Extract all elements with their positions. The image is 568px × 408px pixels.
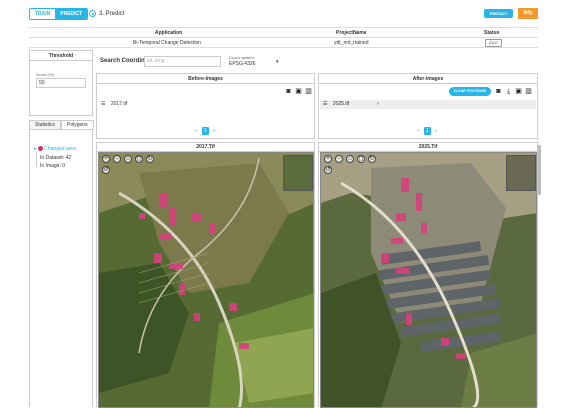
page-number[interactable]: 1 [201, 127, 209, 135]
divider [29, 37, 538, 38]
before-map-panel: 2017.Tif + − ⌂ ◻ ↻ ↺ [96, 142, 315, 408]
predict-button[interactable]: PREDICT [484, 9, 513, 18]
predict-tab[interactable]: PREDICT [55, 9, 88, 19]
image-icon[interactable]: ▣ [515, 88, 522, 95]
pagination: « 1 » [195, 127, 216, 135]
brand-logo: lbfy [518, 8, 538, 19]
fullscreen-icon[interactable]: ◻ [357, 155, 365, 163]
divider [29, 27, 538, 28]
list-icon: ☰ [101, 101, 106, 107]
side-tabs: Statistics Polygons [29, 120, 94, 129]
after-images-panel: After-Images CLEAR POLYGONS ◙ ⤓ ▣ ▥ ☰ 20… [318, 73, 538, 139]
zoom-in-icon[interactable]: + [102, 155, 110, 163]
score-label: Score (%) [36, 72, 54, 77]
home-icon[interactable]: ⌂ [124, 155, 132, 163]
tree-in-dataset: In Dataset: 42 [40, 155, 72, 161]
divider [29, 47, 538, 48]
col-status: Status [484, 30, 500, 36]
page-number[interactable]: 1 [423, 127, 431, 135]
change-color-icon [37, 146, 43, 152]
side-panel: ▸ Changed area In Dataset: 42 In Image: … [29, 129, 93, 407]
after-title: After-Images [319, 74, 537, 84]
before-map-title: 2017.Tif [97, 143, 314, 152]
rotate-left-icon[interactable]: ↺ [102, 166, 110, 174]
file-name: 2025.tif [332, 101, 350, 107]
before-map[interactable]: + − ⌂ ◻ ↻ ↺ [98, 152, 314, 408]
image-icon[interactable]: ▣ [295, 88, 302, 95]
cell-application[interactable]: Bi-Temporal Change Detection [133, 40, 201, 46]
threshold-panel: Threshold Score (%) 50 [29, 50, 93, 116]
zoom-out-icon[interactable]: − [335, 155, 343, 163]
fullscreen-icon[interactable]: ◻ [135, 155, 143, 163]
tab-polygons[interactable]: Polygons [61, 120, 94, 129]
first-page-icon[interactable]: « [417, 128, 420, 134]
before-imagery [99, 153, 313, 407]
threshold-title: Threshold [30, 51, 92, 61]
rotate-icon[interactable]: ↻ [368, 155, 376, 163]
before-images-panel: Before-Images ◙ ▣ ▥ ☰ 2017.tif « 1 » [96, 73, 315, 139]
tab-statistics[interactable]: Statistics [29, 120, 62, 129]
trash-icon[interactable]: ▥ [525, 88, 532, 95]
trash-icon[interactable]: ▥ [305, 88, 312, 95]
zoom-out-icon[interactable]: − [113, 155, 121, 163]
list-item[interactable]: ☰ 2017.tif [101, 100, 311, 109]
pagination: « 1 » [417, 127, 438, 135]
after-imagery [321, 153, 536, 407]
after-map-title: 2025.Tif [319, 143, 537, 152]
step-label: 3. Predict [99, 11, 125, 17]
camera-add-icon[interactable]: ◙ [495, 88, 502, 95]
after-map[interactable]: + − ⌂ ◻ ↻ ↺ [320, 152, 537, 408]
search-input[interactable]: lat, long [144, 56, 221, 67]
mode-toggle: TRAIN PREDICT [29, 8, 89, 20]
home-icon[interactable]: ⌂ [346, 155, 354, 163]
list-icon: ☰ [323, 101, 328, 107]
rotate-left-icon[interactable]: ↺ [324, 166, 332, 174]
cell-project-name[interactable]: ydt_not_trained [334, 40, 368, 46]
check-icon: ✓ [376, 101, 381, 107]
train-tab[interactable]: TRAIN [30, 9, 55, 19]
coord-select[interactable]: EPSG:4326 [229, 61, 255, 67]
list-item-selected[interactable]: ☰ 2025.tif ✓ [320, 100, 536, 109]
camera-add-icon[interactable]: ◙ [285, 88, 292, 95]
last-page-icon[interactable]: » [213, 128, 216, 134]
chevron-down-icon[interactable]: ▾ [276, 59, 279, 65]
tree-line [36, 152, 37, 167]
status-badge: IDLE [485, 39, 502, 47]
coord-label: Coord system [229, 55, 254, 60]
file-name: 2017.tif [110, 101, 128, 107]
zoom-in-icon[interactable]: + [324, 155, 332, 163]
col-project-name: ProjectName [336, 30, 367, 36]
tree-root[interactable]: ▸ Changed area [34, 146, 76, 152]
col-application: Application [155, 30, 183, 36]
last-page-icon[interactable]: » [435, 128, 438, 134]
step-radio-icon[interactable] [89, 10, 96, 17]
download-icon[interactable]: ⤓ [505, 88, 512, 95]
before-title: Before-Images [97, 74, 314, 84]
minimap[interactable] [283, 155, 313, 191]
rotate-icon[interactable]: ↻ [146, 155, 154, 163]
minimap[interactable] [506, 155, 536, 191]
clear-polygons-button[interactable]: CLEAR POLYGONS [449, 87, 491, 96]
score-input[interactable]: 50 [36, 78, 86, 88]
tree-in-image: In Image: 0 [40, 163, 66, 169]
after-map-panel: 2025.Tif + − ⌂ ◻ ↻ ↺ [318, 142, 538, 408]
first-page-icon[interactable]: « [195, 128, 198, 134]
tree-root-label: Changed area [44, 146, 76, 152]
